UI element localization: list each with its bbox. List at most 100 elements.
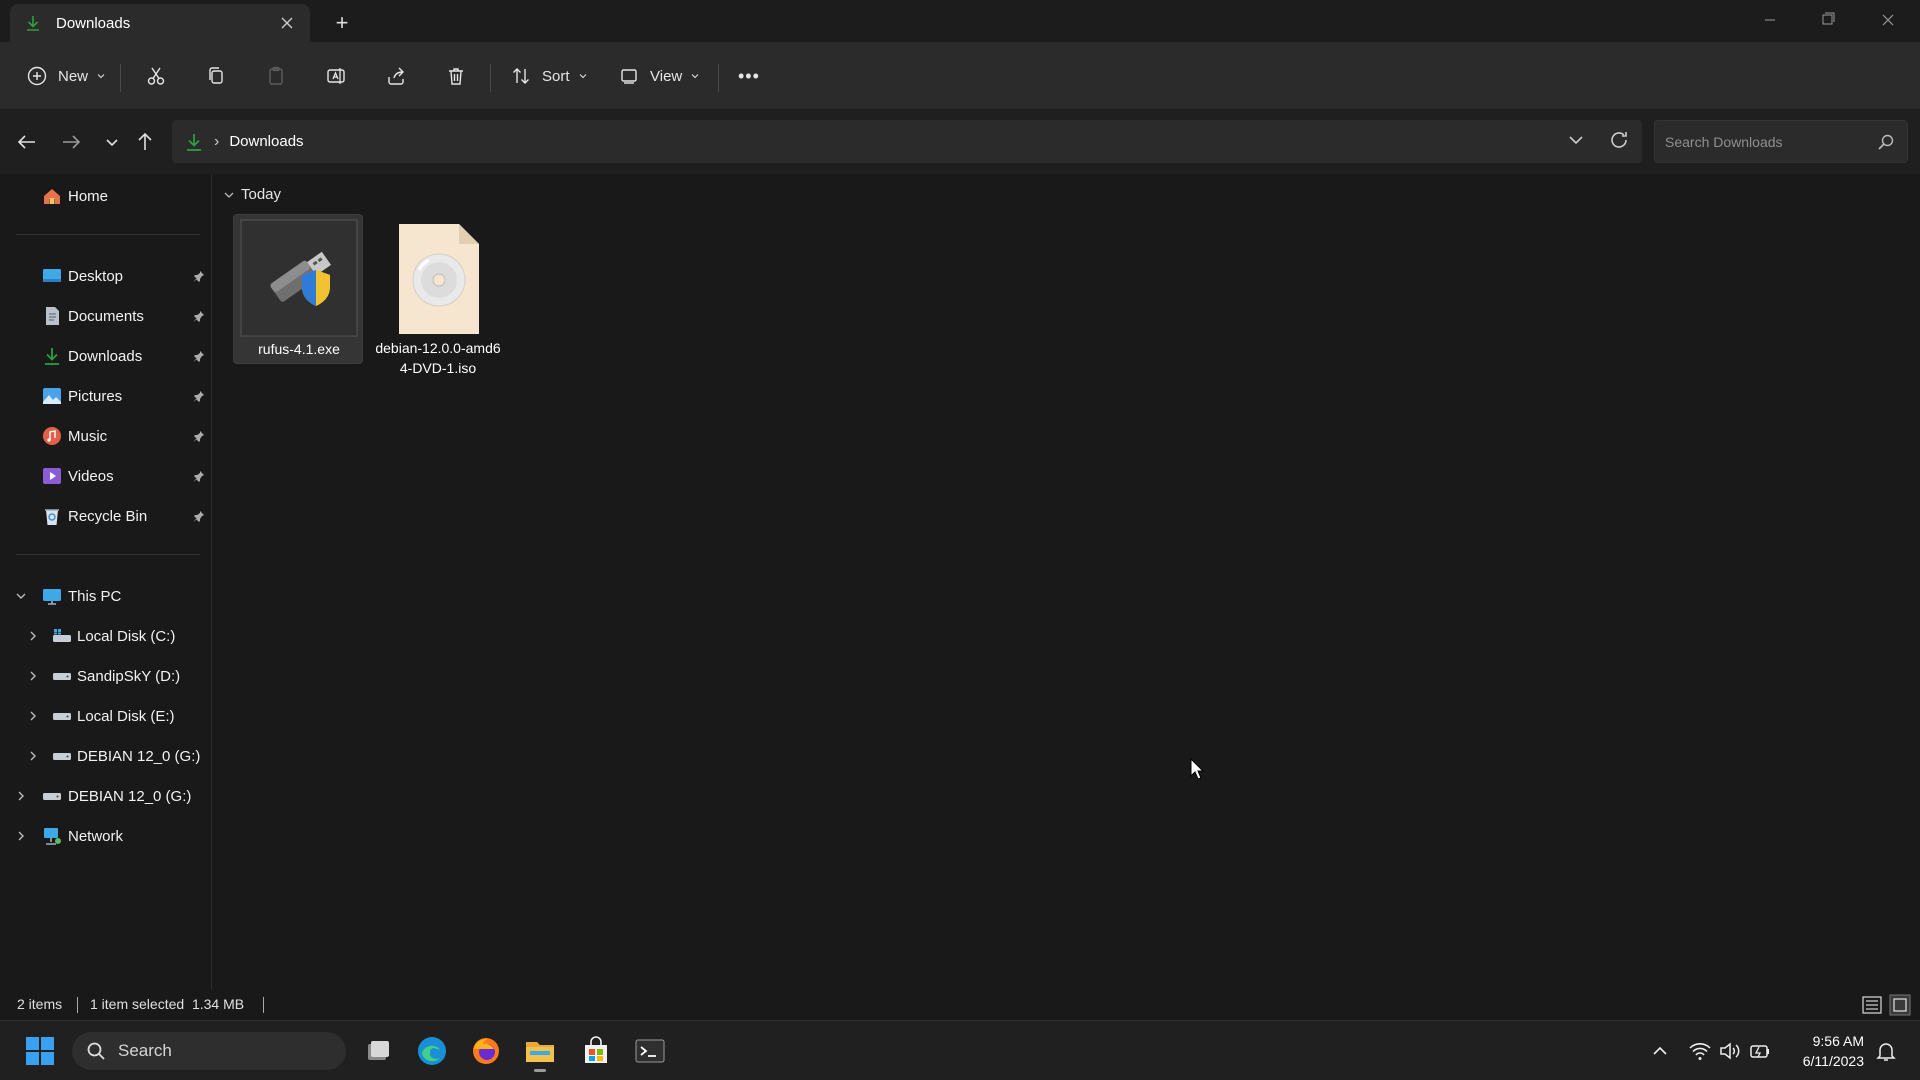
- status-bar: 2 items 1 item selected 1.34 MB: [0, 990, 1920, 1020]
- sidebar-item-videos[interactable]: Videos: [0, 458, 212, 494]
- sidebar-item-drive-c[interactable]: Local Disk (C:): [0, 618, 212, 654]
- sidebar-item-usb-drive[interactable]: DEBIAN 12_0 (G:): [0, 778, 212, 814]
- chevron-right-icon[interactable]: [26, 669, 40, 683]
- trash-icon: [449, 68, 463, 85]
- pin-icon[interactable]: [192, 430, 205, 443]
- copy-icon: [209, 67, 223, 84]
- chevron-right-icon[interactable]: [26, 709, 40, 723]
- task-view-button[interactable]: [358, 1031, 398, 1071]
- breadcrumb[interactable]: Downloads: [229, 133, 303, 150]
- firefox-button[interactable]: [466, 1031, 506, 1071]
- microsoft-store-button[interactable]: [576, 1031, 616, 1071]
- command-bar: New Sort View •••: [0, 42, 1920, 110]
- sidebar-item-drive-d[interactable]: SandipSkY (D:): [0, 658, 212, 694]
- pin-icon[interactable]: [192, 270, 205, 283]
- active-indicator: [534, 1069, 546, 1072]
- store-icon: [585, 1036, 607, 1063]
- chevron-down-icon[interactable]: [1566, 130, 1586, 150]
- edge-button[interactable]: [412, 1031, 452, 1071]
- more-options-button[interactable]: •••: [738, 58, 760, 94]
- sidebar-item-label: Music: [68, 427, 108, 445]
- sidebar-item-drive-e[interactable]: Local Disk (E:): [0, 698, 212, 734]
- paste-icon: [269, 66, 283, 85]
- new-button[interactable]: New: [26, 58, 106, 94]
- up-arrow-icon[interactable]: [133, 130, 157, 154]
- pin-icon[interactable]: [192, 470, 205, 483]
- sidebar-item-label: Network: [68, 827, 124, 845]
- terminal-button[interactable]: [630, 1031, 670, 1071]
- recycle-bin-icon: [45, 509, 59, 525]
- pin-icon[interactable]: [192, 350, 205, 363]
- chevron-down-icon: [224, 192, 234, 198]
- chevron-down-icon[interactable]: [14, 589, 28, 603]
- sidebar-item-label: This PC: [68, 587, 122, 605]
- rename-button[interactable]: [325, 58, 347, 94]
- group-header-today[interactable]: Today: [223, 186, 281, 203]
- volume-icon[interactable]: [1718, 1039, 1742, 1063]
- chevron-right-icon[interactable]: [26, 749, 40, 763]
- sidebar-item-home[interactable]: Home: [0, 178, 212, 214]
- start-button[interactable]: [20, 1031, 60, 1071]
- address-bar[interactable]: › Downloads: [172, 120, 1642, 163]
- pin-icon[interactable]: [192, 390, 205, 403]
- chevron-right-icon[interactable]: [14, 789, 28, 803]
- toolbar-divider: [718, 64, 719, 92]
- sort-label: Sort: [542, 67, 570, 85]
- address-row: › Downloads: [0, 110, 1920, 174]
- close-window-icon[interactable]: [1868, 8, 1908, 32]
- sidebar-item-documents[interactable]: Documents: [0, 298, 212, 334]
- sidebar-item-recycle-bin[interactable]: Recycle Bin: [0, 498, 212, 534]
- system-clock[interactable]: 9:56 AM 6/11/2023: [1774, 1031, 1864, 1071]
- details-view-icon[interactable]: [1860, 993, 1884, 1017]
- copy-button[interactable]: [205, 58, 227, 94]
- sidebar-item-network[interactable]: Network: [0, 818, 212, 854]
- status-divider: [77, 997, 78, 1013]
- delete-button[interactable]: [445, 58, 467, 94]
- sidebar-item-downloads[interactable]: Downloads: [0, 338, 212, 374]
- sidebar-item-label: Pictures: [68, 387, 123, 405]
- file-item-debian-iso[interactable]: debian-12.0.0-amd64-DVD-1.iso: [373, 214, 503, 376]
- disc-image-icon: [399, 224, 479, 334]
- file-explorer-button[interactable]: [520, 1031, 560, 1072]
- sidebar-item-drive-g[interactable]: DEBIAN 12_0 (G:): [0, 738, 212, 774]
- restore-icon[interactable]: [1808, 8, 1848, 32]
- wifi-icon[interactable]: [1688, 1039, 1712, 1063]
- sidebar-item-this-pc[interactable]: This PC: [0, 578, 212, 614]
- network-icon: [44, 828, 61, 845]
- sort-button[interactable]: Sort: [510, 58, 588, 94]
- sidebar-item-desktop[interactable]: Desktop: [0, 258, 212, 294]
- chevron-up-icon[interactable]: [1648, 1039, 1672, 1063]
- new-tab-button[interactable]: +: [330, 12, 354, 36]
- clock-date: 6/11/2023: [1802, 1053, 1864, 1069]
- pin-icon[interactable]: [192, 310, 205, 323]
- view-button[interactable]: View: [618, 58, 700, 94]
- sidebar-item-label: Videos: [68, 467, 114, 485]
- file-item-rufus[interactable]: rufus-4.1.exe: [233, 214, 363, 364]
- windows-drive-icon: [53, 629, 71, 642]
- sidebar-item-label: Home: [68, 187, 109, 205]
- close-tab-icon[interactable]: [278, 14, 296, 32]
- recent-locations-icon[interactable]: [100, 130, 124, 154]
- taskbar-search[interactable]: Search: [72, 1032, 346, 1070]
- refresh-icon[interactable]: [1608, 129, 1630, 151]
- search-icon[interactable]: [1877, 133, 1895, 151]
- chevron-right-icon[interactable]: [14, 829, 28, 843]
- sidebar-item-label: Downloads: [68, 347, 143, 365]
- minimize-icon[interactable]: [1750, 8, 1790, 32]
- mouse-cursor-icon: [1190, 758, 1204, 780]
- back-arrow-icon[interactable]: [15, 130, 39, 154]
- chevron-right-icon[interactable]: [26, 629, 40, 643]
- search-input[interactable]: [1655, 121, 1865, 162]
- sidebar-item-pictures[interactable]: Pictures: [0, 378, 212, 414]
- file-name: debian-12.0.0-amd64-DVD-1.iso: [375, 340, 501, 376]
- forward-arrow-icon[interactable]: [59, 130, 83, 154]
- notification-icon[interactable]: [1874, 1039, 1898, 1063]
- share-button[interactable]: [385, 58, 407, 94]
- paste-button[interactable]: [265, 58, 287, 94]
- tab-downloads[interactable]: Downloads: [10, 4, 310, 42]
- pin-icon[interactable]: [192, 510, 205, 523]
- battery-icon[interactable]: [1748, 1039, 1772, 1063]
- tiles-view-icon[interactable]: [1888, 993, 1912, 1017]
- cut-button[interactable]: [145, 58, 167, 94]
- sidebar-item-music[interactable]: Music: [0, 418, 212, 454]
